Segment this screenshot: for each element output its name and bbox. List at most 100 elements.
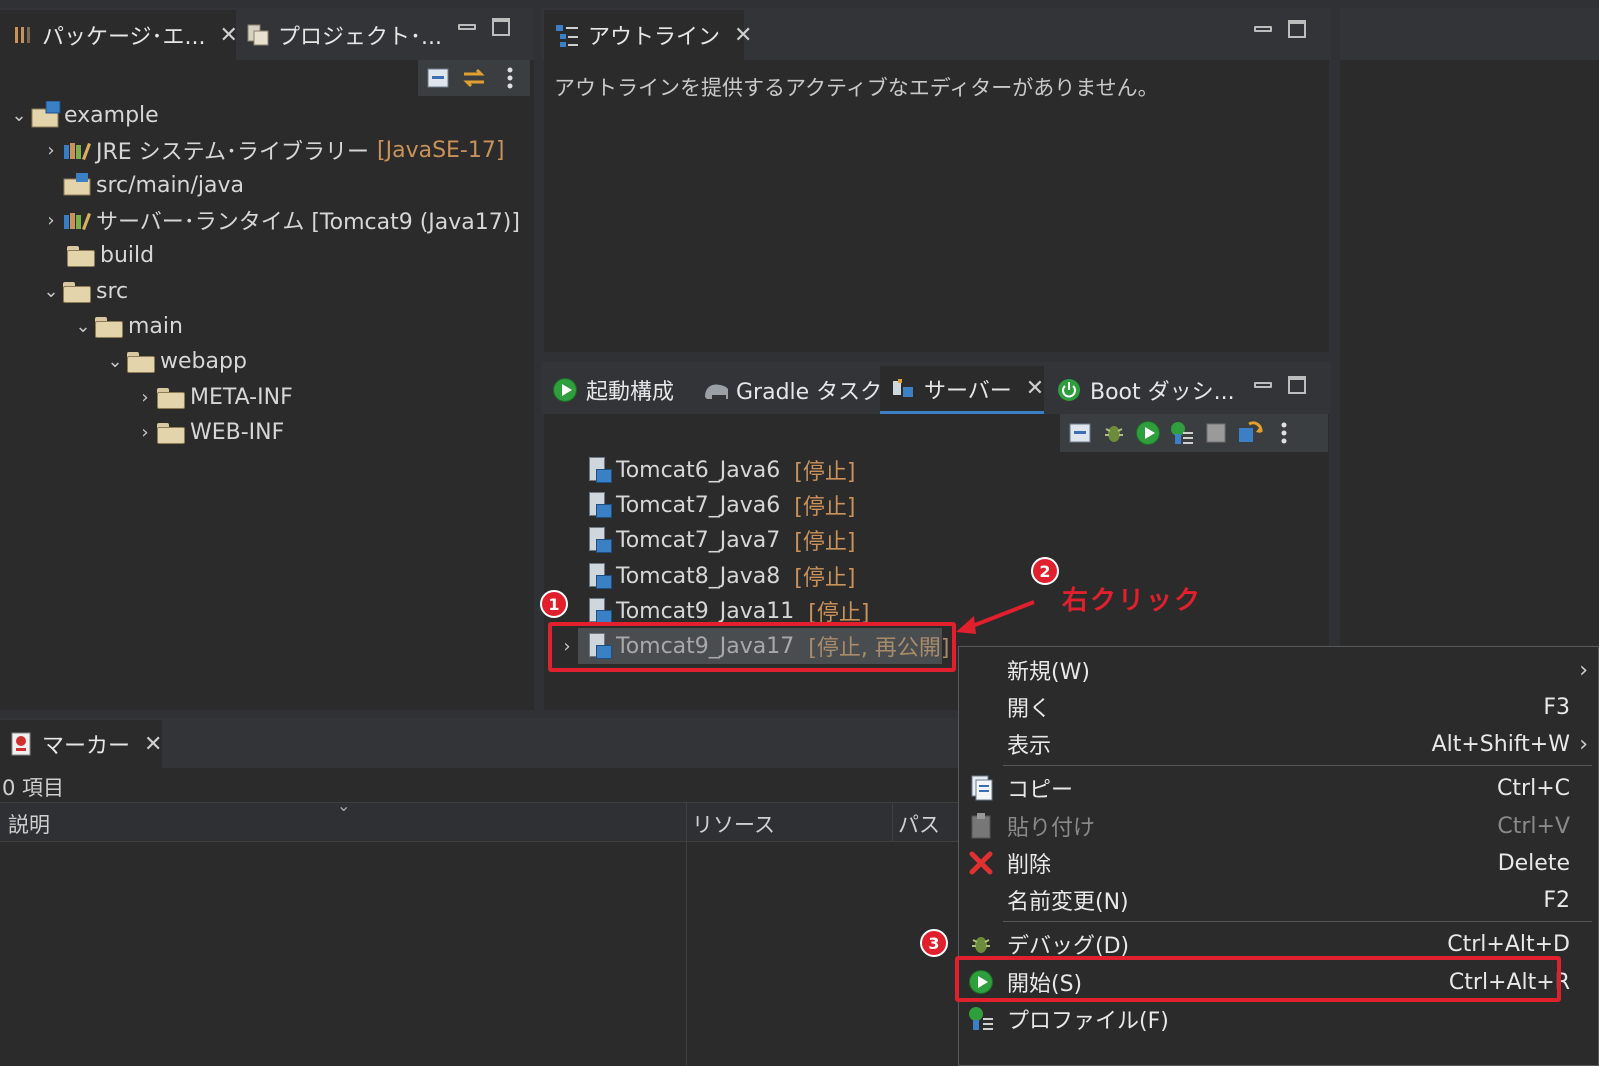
close-icon[interactable]: ✕ <box>220 23 238 48</box>
package-explorer-toolbar <box>418 60 530 96</box>
tree-item-label: サーバー･ランタイム [Tomcat9 (Java17)] <box>96 210 520 235</box>
stop-server-icon[interactable] <box>1202 419 1230 447</box>
tab-boot-dashboard[interactable]: Boot ダッシ... <box>1056 366 1235 414</box>
delete-icon <box>967 849 995 877</box>
start-server-icon[interactable] <box>1134 419 1162 447</box>
menu-item-profile[interactable]: プロファイル(F) <box>959 1000 1598 1038</box>
servers-icon <box>890 376 916 402</box>
outline-panel <box>544 60 1329 352</box>
maximize-icon[interactable] <box>1288 376 1306 394</box>
server-status: [停止] <box>794 495 856 520</box>
chevron-right-icon[interactable]: › <box>134 422 156 443</box>
profile-icon[interactable] <box>1168 419 1196 447</box>
menu-item-rename[interactable]: 名前変更(N) F2 <box>959 881 1598 919</box>
menu-item-open[interactable]: 開く F3 <box>959 688 1598 726</box>
folder-icon <box>156 386 186 409</box>
tree-item-web-inf[interactable]: › WEB-INF <box>134 415 284 449</box>
server-name: Tomcat7_Java6 <box>616 492 781 518</box>
tree-item-server-runtime[interactable]: › サーバー･ランタイム [Tomcat9 (Java17)] <box>40 203 520 237</box>
right-click-label: 右クリック <box>1062 586 1203 616</box>
project-explorer-icon <box>246 22 270 48</box>
chevron-down-icon[interactable]: ⌄ <box>72 316 94 337</box>
tree-item-main[interactable]: ⌄ main <box>72 309 183 343</box>
source-folder-icon <box>62 171 96 199</box>
server-name: Tomcat9_Java11 <box>616 598 795 624</box>
view-menu-icon[interactable] <box>496 64 524 92</box>
tree-item-src-main-java[interactable]: src/main/java <box>62 168 244 202</box>
minimize-icon[interactable] <box>1254 382 1272 388</box>
tree-item-example[interactable]: ⌄ example <box>8 98 159 132</box>
folder-open-icon <box>126 350 156 373</box>
tab-servers[interactable]: サーバー ✕ <box>880 366 1044 414</box>
tab-project-explorer[interactable]: プロジェクト･... <box>240 10 442 60</box>
chevron-down-icon[interactable]: ⌄ <box>40 281 62 302</box>
menu-item-new[interactable]: 新規(W) › <box>959 651 1598 689</box>
column-resource[interactable]: リソース <box>692 809 775 839</box>
column-description[interactable]: 説明 <box>8 809 50 839</box>
tree-item-webapp[interactable]: ⌄ webapp <box>104 344 247 378</box>
markers-table-header <box>0 802 960 842</box>
minimize-icon[interactable] <box>1254 26 1272 32</box>
server-row[interactable]: Tomcat6_Java6 [停止] <box>586 453 855 487</box>
profile-icon <box>967 1005 995 1033</box>
view-menu-icon[interactable] <box>1270 419 1298 447</box>
copy-icon <box>967 774 995 802</box>
tree-item-label: src <box>96 278 129 304</box>
tree-item-build[interactable]: build <box>66 238 154 272</box>
server-name: Tomcat7_Java7 <box>616 527 781 553</box>
close-icon[interactable]: ✕ <box>734 23 752 48</box>
tab-markers-label: マーカー <box>42 734 131 759</box>
tree-item-jre-library[interactable]: › JRE システム･ライブラリー [JavaSE-17] <box>40 133 504 167</box>
annotation-arrow-icon <box>956 600 1035 634</box>
minimize-icon[interactable] <box>458 24 476 30</box>
tree-item-meta-inf[interactable]: › META-INF <box>134 380 293 414</box>
close-icon[interactable]: ✕ <box>1026 376 1044 401</box>
chevron-right-icon[interactable]: › <box>40 210 62 231</box>
menu-item-delete[interactable]: 削除 Delete <box>959 844 1598 882</box>
servers-window-controls <box>1254 376 1306 394</box>
link-with-editor-icon[interactable] <box>460 64 488 92</box>
server-name: Tomcat8_Java8 <box>616 563 781 589</box>
maximize-icon[interactable] <box>1288 20 1306 38</box>
maximize-icon[interactable] <box>492 18 510 36</box>
column-path[interactable]: パス <box>898 809 940 839</box>
tree-item-label: webapp <box>160 348 247 374</box>
chevron-down-icon[interactable]: ⌄ <box>104 351 126 372</box>
package-explorer-icon <box>12 22 34 48</box>
menu-item-copy[interactable]: コピー Ctrl+C <box>959 769 1598 807</box>
server-row[interactable]: Tomcat7_Java6 [停止] <box>586 488 855 522</box>
chevron-right-icon: › <box>1579 657 1588 683</box>
chevron-down-icon[interactable]: ⌄ <box>8 105 30 126</box>
server-status: [停止] <box>794 530 856 555</box>
column-divider <box>892 802 893 842</box>
menu-separator <box>1003 921 1592 922</box>
debug-icon[interactable] <box>1100 419 1128 447</box>
outline-window-controls <box>1254 20 1306 38</box>
server-row[interactable]: Tomcat8_Java8 [停止] <box>586 559 855 593</box>
tab-outline[interactable]: アウトライン ✕ <box>544 10 752 60</box>
server-row[interactable]: Tomcat7_Java7 [停止] <box>586 523 855 557</box>
context-menu: 新規(W) › 開く F3 表示 Alt+Shift+W › コピー Ctrl+… <box>958 646 1599 1066</box>
tree-item-label: main <box>128 313 183 339</box>
column-divider <box>686 802 687 1066</box>
menu-item-show[interactable]: 表示 Alt+Shift+W › <box>959 725 1598 763</box>
tree-item-label: META-INF <box>190 384 293 410</box>
markers-count: 0 項目 <box>2 776 65 800</box>
library-icon <box>62 139 92 161</box>
chevron-right-icon[interactable]: › <box>134 387 156 408</box>
close-icon[interactable]: ✕ <box>144 732 162 757</box>
tab-package-explorer[interactable]: パッケージ･エ... ✕ <box>0 10 238 60</box>
tab-markers[interactable]: マーカー ✕ <box>0 720 162 768</box>
folder-icon <box>66 244 96 267</box>
run-icon <box>552 377 578 403</box>
publish-icon[interactable] <box>1236 419 1264 447</box>
tab-launch-config[interactable]: 起動構成 <box>552 366 674 414</box>
servers-toolbar <box>1060 414 1328 452</box>
collapse-all-icon[interactable] <box>424 64 452 92</box>
highlight-box-start-item <box>955 956 1561 1002</box>
collapse-all-icon[interactable] <box>1066 419 1094 447</box>
menu-item-paste[interactable]: 貼り付け Ctrl+V <box>959 807 1598 845</box>
tree-item-src[interactable]: ⌄ src <box>40 274 128 308</box>
tab-gradle-tasks[interactable]: Gradle タスク <box>702 366 882 414</box>
chevron-right-icon[interactable]: › <box>40 140 62 161</box>
